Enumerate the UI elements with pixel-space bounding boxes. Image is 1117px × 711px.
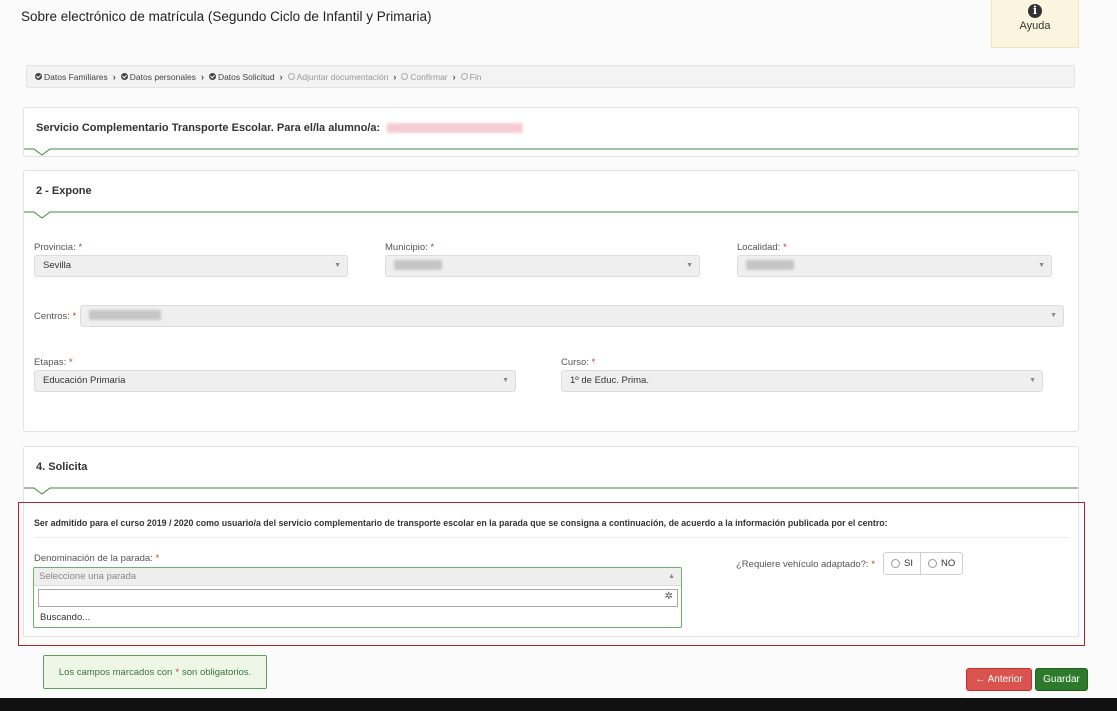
- provincia-label: Provincia: *: [34, 242, 83, 253]
- redacted-municipio: [394, 260, 442, 271]
- parada-label: Denominación de la parada: *: [34, 553, 160, 564]
- check-icon: [208, 73, 216, 80]
- expone-title: 2 - Expone: [36, 185, 92, 197]
- chevron-right-icon: ›: [393, 71, 397, 82]
- section-divider: [24, 487, 1078, 495]
- bottom-bar: [0, 698, 1117, 711]
- save-button[interactable]: Guardar: [1035, 668, 1088, 691]
- radio-icon: [891, 559, 900, 568]
- section-divider: [24, 148, 1078, 156]
- loading-spinner-icon: ✲: [664, 591, 673, 602]
- previous-button[interactable]: ← Anterior: [966, 668, 1032, 691]
- student-panel-title: Servicio Complementario Transporte Escol…: [36, 122, 524, 134]
- searching-status: Buscando...: [40, 612, 91, 623]
- radio-icon: [927, 559, 937, 568]
- chevron-down-icon: ▼: [334, 262, 341, 269]
- chevron-down-icon: ▼: [1038, 262, 1045, 269]
- help-button[interactable]: i Ayuda: [991, 0, 1079, 48]
- provincia-select[interactable]: Sevilla ▼: [34, 255, 348, 277]
- municipio-label: Municipio: *: [385, 242, 435, 253]
- breadcrumb: Datos Familiares › Datos personales › Da…: [26, 65, 1075, 88]
- adaptado-radio-group: SI NO: [883, 552, 964, 575]
- expone-panel: 2 - Expone: [23, 170, 1079, 432]
- centros-label: Centros: *: [34, 311, 77, 322]
- circle-icon: [287, 73, 295, 80]
- parada-select[interactable]: Seleccione una parada ▲: [34, 568, 681, 586]
- centros-select[interactable]: ▼: [80, 305, 1064, 327]
- page-title: Sobre electrónico de matrícula (Segundo …: [21, 9, 432, 24]
- chevron-down-icon: ▼: [1050, 312, 1057, 319]
- step-datos-familiares: Datos Familiares: [35, 72, 108, 82]
- chevron-down-icon: ▼: [1029, 377, 1036, 384]
- step-fin: Fin: [460, 72, 481, 82]
- localidad-select[interactable]: ▼: [737, 255, 1052, 277]
- solicita-title: 4. Solicita: [36, 461, 88, 473]
- page: Sobre electrónico de matrícula (Segundo …: [0, 0, 1117, 698]
- etapas-select[interactable]: Educación Primaria ▼: [34, 370, 516, 392]
- step-adjuntar-documentacion: Adjuntar documentación: [287, 72, 388, 82]
- solicita-statement: Ser admitido para el curso 2019 / 2020 c…: [34, 518, 888, 528]
- chevron-right-icon: ›: [279, 71, 283, 82]
- radio-si[interactable]: SI: [883, 552, 921, 575]
- info-icon: i: [1028, 4, 1042, 18]
- parada-search-input[interactable]: [38, 589, 678, 607]
- chevron-right-icon: ›: [452, 71, 456, 82]
- curso-label: Curso: *: [561, 357, 596, 368]
- redacted-student-name: [387, 123, 524, 134]
- chevron-up-icon: ▲: [668, 573, 675, 580]
- chevron-right-icon: ›: [200, 71, 204, 82]
- chevron-down-icon: ▼: [502, 377, 509, 384]
- parada-dropdown[interactable]: Seleccione una parada ▲ ✲ Buscando...: [33, 567, 682, 628]
- check-icon: [120, 73, 128, 80]
- adaptado-label: ¿Requiere vehículo adaptado?: *: [736, 559, 875, 570]
- circle-icon: [401, 73, 409, 80]
- etapas-label: Etapas: *: [34, 357, 73, 368]
- section-divider: [24, 211, 1078, 219]
- student-panel: Servicio Complementario Transporte Escol…: [23, 107, 1079, 157]
- chevron-down-icon: ▼: [686, 262, 693, 269]
- divider: [34, 537, 1069, 538]
- municipio-select[interactable]: ▼: [385, 255, 700, 277]
- step-datos-solicitud: Datos Solicitud: [208, 72, 275, 82]
- step-datos-personales: Datos personales: [120, 72, 196, 82]
- solicita-panel: 4. Solicita: [23, 446, 1079, 506]
- check-icon: [35, 73, 42, 80]
- localidad-label: Localidad: *: [737, 242, 787, 253]
- radio-no[interactable]: NO: [920, 552, 964, 575]
- step-confirmar: Confirmar: [401, 72, 448, 82]
- chevron-right-icon: ›: [112, 71, 116, 82]
- required-fields-note: Los campos marcados con * son obligatorios…: [43, 655, 267, 689]
- curso-select[interactable]: 1º de Educ. Prima. ▼: [561, 370, 1043, 392]
- redacted-localidad: [746, 260, 794, 271]
- redacted-centro: [89, 310, 161, 321]
- circle-icon: [460, 73, 468, 80]
- help-label: Ayuda: [1019, 20, 1051, 32]
